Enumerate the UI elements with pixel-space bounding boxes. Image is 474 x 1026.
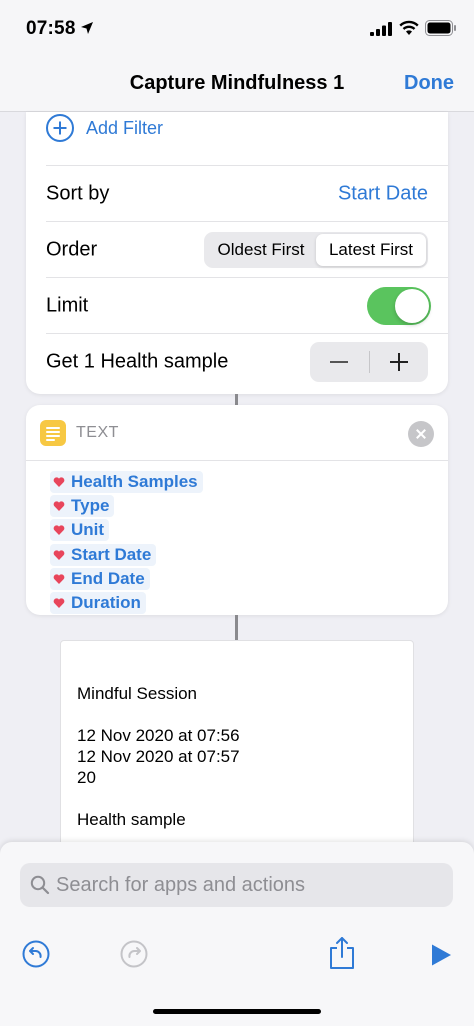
text-action-header: TEXT — [26, 405, 448, 461]
shortcut-title: Capture Mindfulness 1 — [129, 72, 345, 94]
minus-icon — [330, 361, 349, 363]
text-document-icon — [40, 420, 66, 446]
text-action-title: TEXT — [76, 424, 119, 441]
text-variable-list[interactable]: Health Samples Type Unit Start Date End … — [50, 471, 203, 616]
limit-count-row: Get 1 Health sample — [46, 334, 448, 390]
undo-icon[interactable] — [22, 940, 50, 968]
order-segmented-control[interactable]: Oldest First Latest First — [204, 231, 428, 268]
order-latest-first[interactable]: Latest First — [316, 233, 426, 266]
status-bar: 07:58 — [0, 0, 474, 56]
navigation-bar: Capture Mindfulness 1 Done — [0, 56, 474, 112]
limit-toggle[interactable] — [367, 286, 431, 325]
search-input[interactable] — [56, 863, 436, 907]
wifi-icon — [399, 20, 419, 35]
variable-token[interactable]: Health Samples — [50, 471, 203, 493]
add-filter-label[interactable]: Add Filter — [86, 118, 163, 139]
plus-icon — [389, 353, 408, 371]
sort-by-value[interactable]: Start Date — [338, 182, 428, 205]
action-connector — [235, 615, 238, 640]
done-button[interactable]: Done — [404, 72, 454, 95]
health-heart-icon — [53, 574, 65, 584]
share-icon[interactable] — [328, 936, 356, 970]
health-heart-icon — [53, 598, 65, 608]
variable-token[interactable]: Duration — [50, 591, 146, 614]
health-heart-icon — [53, 477, 65, 487]
action-search-sheet — [0, 842, 474, 1026]
limit-row: Limit — [46, 278, 448, 334]
variable-token[interactable]: Start Date — [50, 543, 157, 566]
health-heart-icon — [53, 549, 65, 560]
signal-icon — [370, 22, 392, 36]
redo-icon[interactable] — [120, 940, 148, 968]
limit-count-label: Get 1 Health sample — [46, 350, 229, 373]
health-heart-icon — [53, 525, 65, 536]
search-field[interactable] — [20, 863, 453, 907]
limit-stepper[interactable] — [310, 342, 428, 382]
location-arrow-icon — [81, 22, 93, 34]
order-oldest-first[interactable]: Oldest First — [206, 234, 316, 266]
order-row: Order Oldest First Latest First — [46, 222, 448, 278]
result-text: Mindful Session 12 Nov 2020 at 07:56 12 … — [77, 684, 240, 829]
variable-token[interactable]: End Date — [50, 567, 150, 590]
play-icon[interactable] — [430, 943, 452, 967]
variable-token[interactable]: Type — [50, 495, 115, 518]
remove-action-icon[interactable] — [408, 421, 434, 447]
status-time: 07:58 — [26, 18, 76, 39]
add-filter-row[interactable]: Add Filter — [46, 112, 448, 166]
battery-icon — [425, 20, 456, 36]
sort-by-label: Sort by — [46, 182, 110, 204]
limit-label: Limit — [46, 294, 89, 316]
text-action-card: TEXT Health Samples Type Unit Start Date… — [26, 405, 448, 615]
find-health-samples-card: Add Filter Sort by Start Date Order Olde… — [26, 112, 448, 394]
stepper-minus-button[interactable] — [310, 342, 369, 382]
stepper-plus-button[interactable] — [370, 342, 429, 382]
add-filter-icon[interactable] — [46, 114, 74, 142]
search-icon — [30, 875, 50, 895]
sort-by-row: Sort by Start Date — [46, 166, 448, 222]
limit-toggle-knob — [395, 288, 429, 323]
action-connector — [235, 394, 238, 405]
variable-token[interactable]: Unit — [50, 519, 110, 542]
home-indicator — [153, 1009, 321, 1014]
result-preview[interactable]: Mindful Session 12 Nov 2020 at 07:56 12 … — [60, 640, 414, 860]
order-label: Order — [46, 238, 98, 260]
health-heart-icon — [53, 501, 65, 512]
